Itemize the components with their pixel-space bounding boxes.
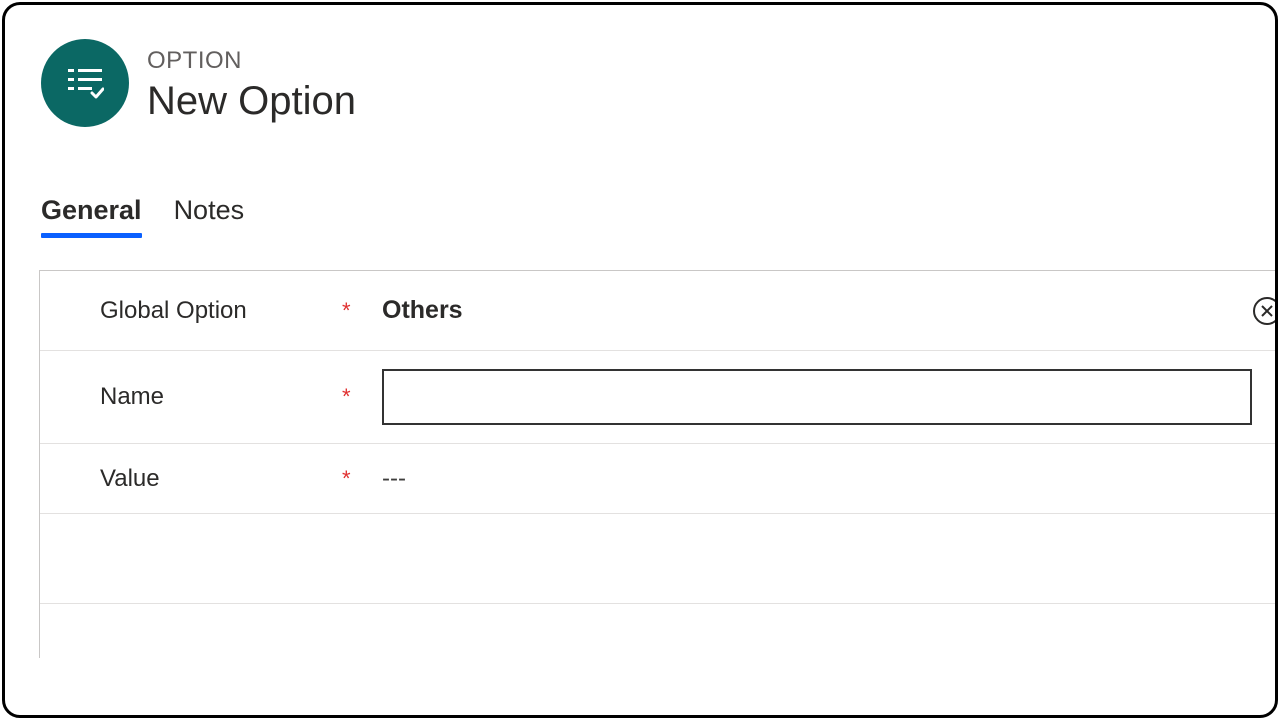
field-row-value: Value * --- (40, 444, 1278, 514)
required-marker: * (342, 298, 370, 324)
lookup-clear-icon[interactable] (1253, 297, 1278, 325)
entity-type-label: OPTION (147, 47, 356, 75)
field-row-name: Name * (40, 351, 1278, 444)
required-marker: * (342, 466, 370, 492)
required-marker: * (342, 384, 370, 410)
tab-notes[interactable]: Notes (174, 195, 245, 236)
global-option-value-cell[interactable]: Others (370, 296, 1278, 325)
header-text-block: OPTION New Option (147, 43, 356, 124)
tab-general[interactable]: General (41, 195, 142, 236)
global-option-label: Global Option (100, 297, 342, 325)
spacer-row (40, 514, 1278, 604)
bottom-row (40, 604, 1278, 658)
option-entity-icon (41, 39, 129, 127)
value-field-value: --- (382, 465, 406, 493)
page-title: New Option (147, 79, 356, 124)
form-header: OPTION New Option (5, 5, 1275, 127)
value-label: Value (100, 465, 342, 493)
field-row-global-option: Global Option * Others (40, 271, 1278, 351)
global-option-value: Others (382, 296, 463, 325)
form-window: OPTION New Option General Notes Global O… (2, 2, 1278, 718)
name-label: Name (100, 383, 342, 411)
value-value-cell[interactable]: --- (370, 465, 1278, 493)
tab-notes-label: Notes (174, 195, 245, 225)
tab-general-label: General (41, 195, 142, 225)
list-check-icon (66, 64, 104, 102)
name-value-cell (370, 369, 1278, 425)
tabs-list: General Notes (41, 195, 1275, 236)
form-panel: Global Option * Others Name * (39, 270, 1278, 658)
name-input[interactable] (382, 369, 1252, 425)
